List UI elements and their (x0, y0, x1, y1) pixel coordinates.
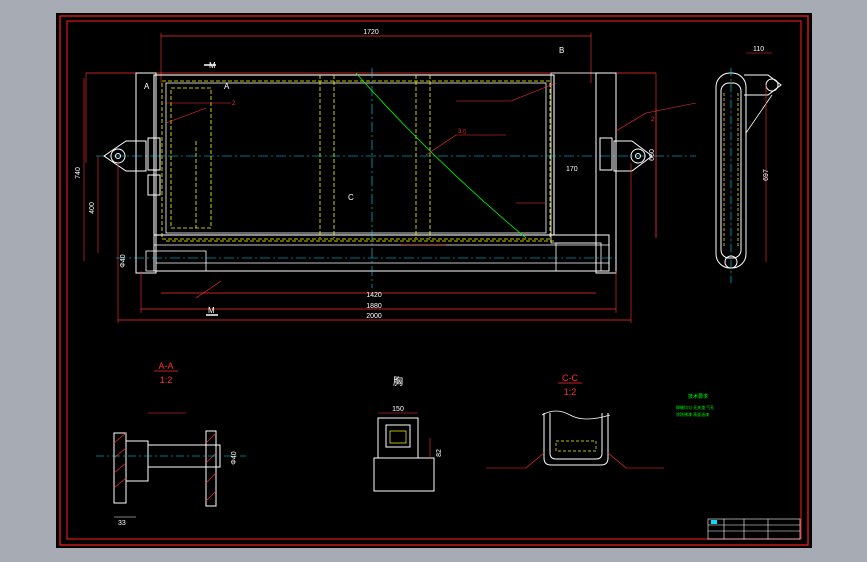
dim-1720: 1720 (363, 29, 379, 36)
dim-110: 110 (753, 46, 764, 53)
section-aa-scale: 1:2 (160, 375, 173, 385)
cad-drawing[interactable]: 1720 1420 1880 2000 740 400 Φ40 660 170 … (56, 13, 812, 548)
section-label-c: C (348, 193, 354, 202)
notes-title: 技术要求 (688, 393, 708, 400)
weld-note: 3 ▯ (458, 129, 466, 135)
dim-1420: 1420 (366, 292, 382, 299)
dim-phi40: Φ40 (120, 254, 127, 267)
side-view (715, 68, 782, 283)
section-label-b: B (559, 46, 564, 55)
technical-notes: 技术要求 焊缝均匀 无夹渣 气孔 涂防锈漆 表面油漆 (676, 393, 714, 417)
dim-1880: 1880 (366, 303, 382, 310)
section-cc: C-C 1:2 (486, 373, 664, 469)
side-view-dims: 110 697 (746, 46, 772, 262)
section-cc-title: C-C (562, 373, 578, 383)
dim-33: 33 (118, 520, 126, 527)
callout-2-left: 2 (232, 101, 236, 107)
section-detail: 胸 150 82 (373, 375, 443, 492)
dim-400: 400 (89, 202, 96, 214)
section-label-m-bottom: M (208, 306, 215, 315)
section-detail-title: 胸 (393, 375, 403, 388)
dim-82: 82 (436, 449, 443, 457)
section-label-a-right: A (224, 82, 230, 91)
dim-740: 740 (75, 167, 82, 179)
dim-660: 660 (649, 149, 656, 161)
main-view: 1720 1420 1880 2000 740 400 Φ40 660 170 … (75, 29, 697, 323)
section-aa-title: A-A (158, 361, 173, 371)
dim-aa-phi: Φ40 (231, 451, 238, 464)
callout-2-right: 2 (651, 117, 655, 123)
notes-line-1: 焊缝均匀 无夹渣 气孔 (676, 404, 714, 410)
dim-170: 170 (566, 166, 578, 173)
dim-2000: 2000 (366, 313, 382, 320)
dim-697: 697 (763, 169, 770, 181)
section-cc-scale: 1:2 (564, 387, 577, 397)
section-label-a-left: A (144, 82, 150, 91)
cad-viewport[interactable]: 1720 1420 1880 2000 740 400 Φ40 660 170 … (56, 13, 812, 548)
dim-150: 150 (392, 406, 404, 413)
notes-line-2: 涂防锈漆 表面油漆 (676, 411, 709, 417)
title-block (707, 518, 801, 540)
section-aa: A-A 1:2 33 Φ40 (96, 361, 246, 527)
